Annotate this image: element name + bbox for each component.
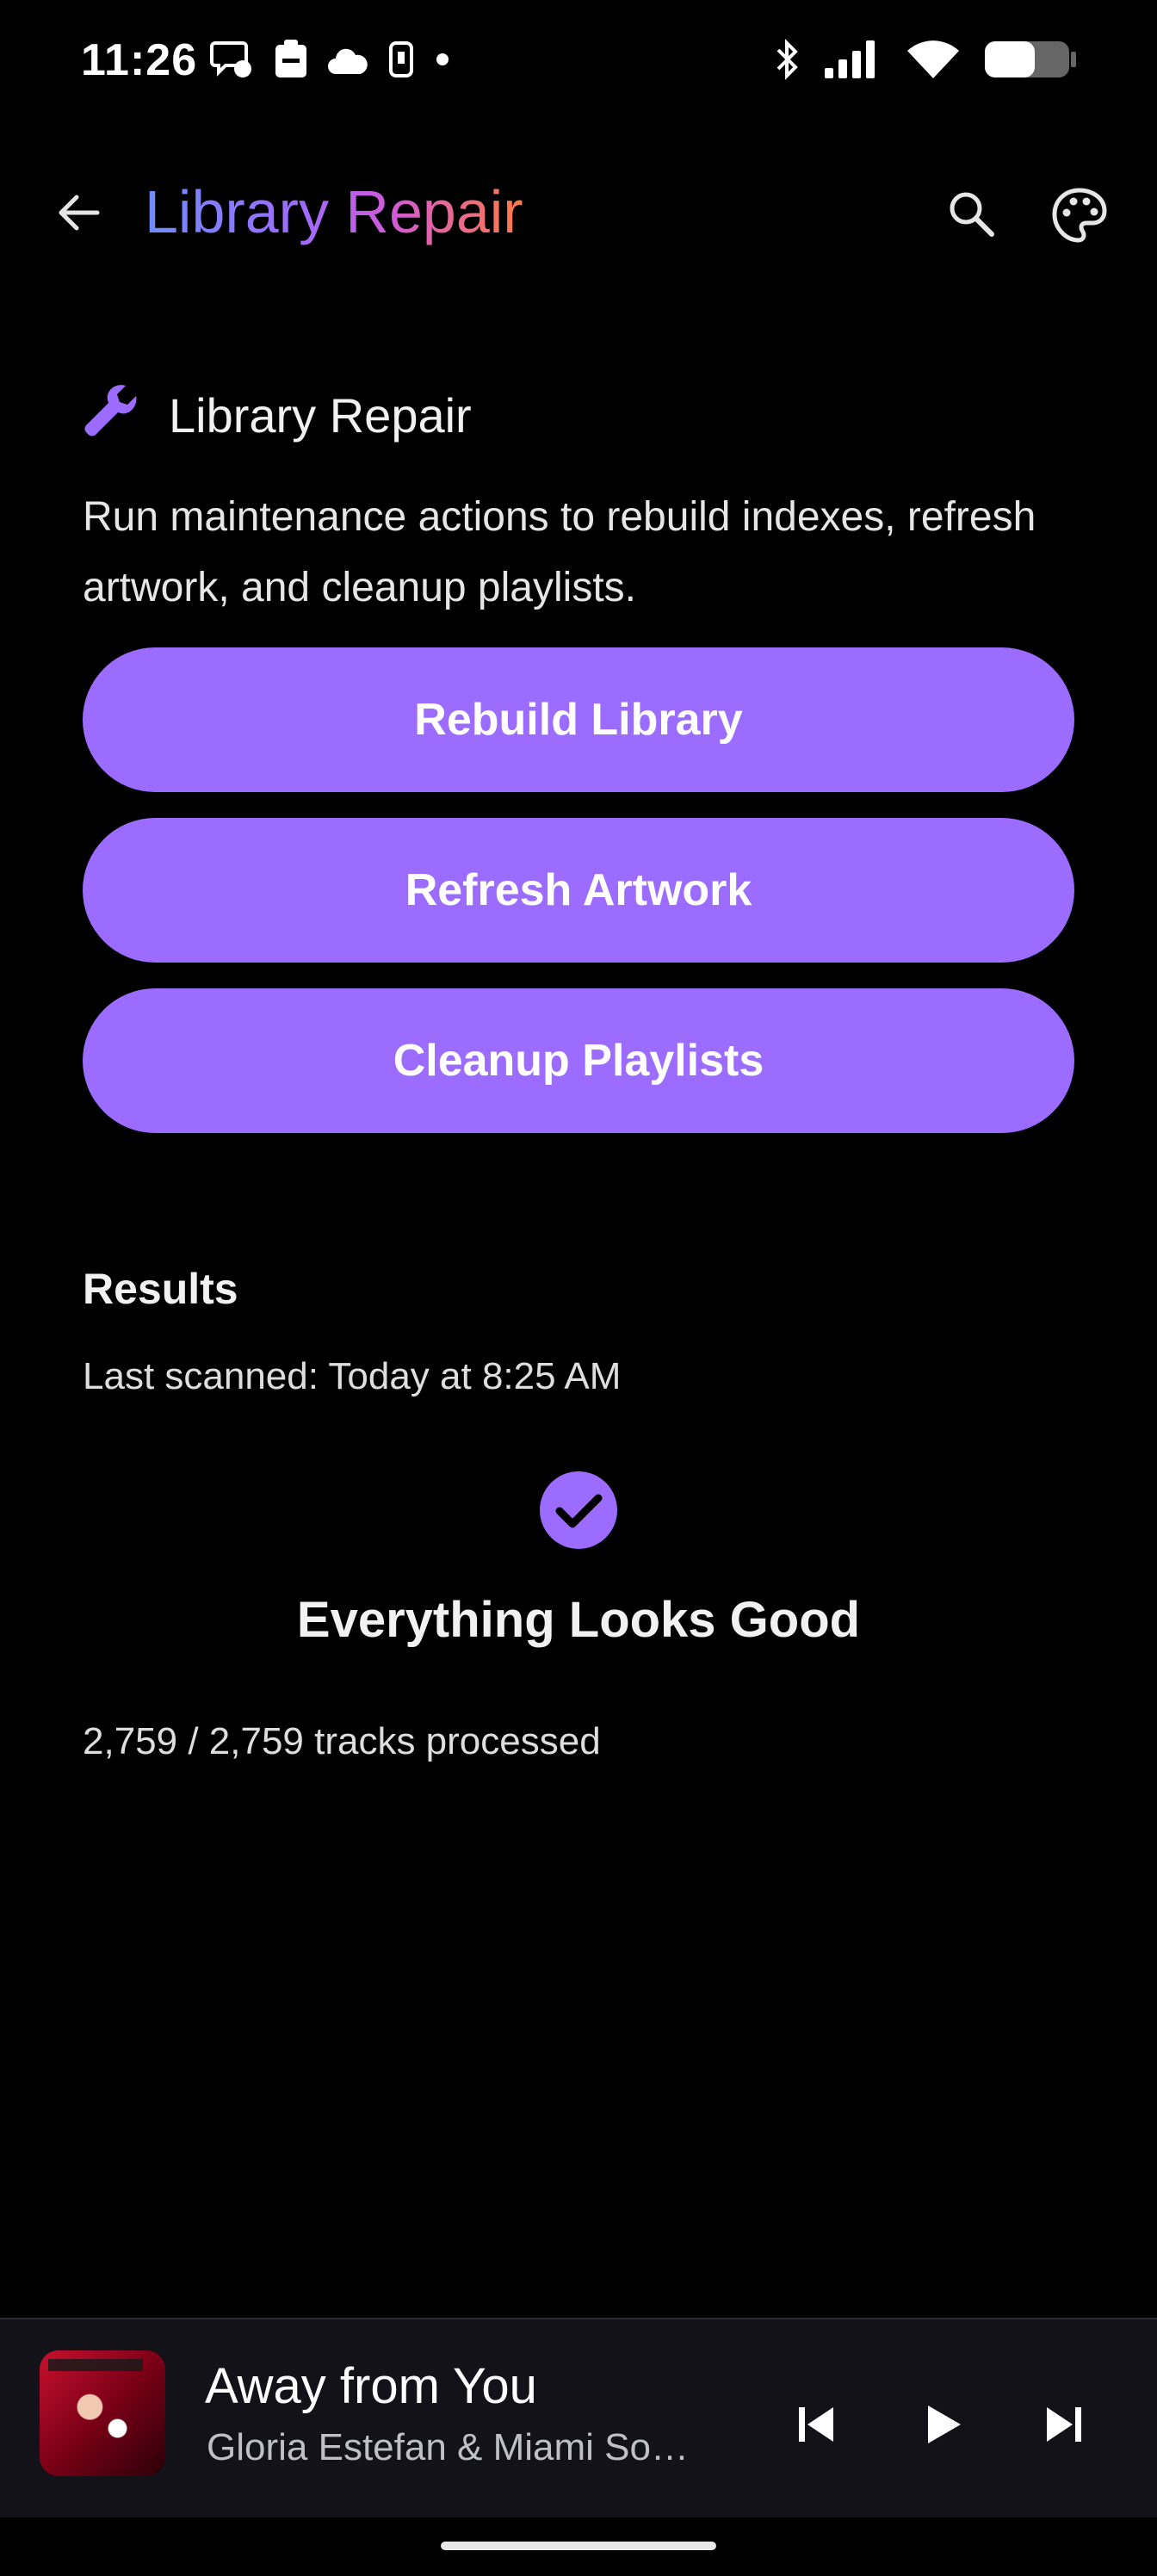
wifi-icon xyxy=(906,39,961,80)
status-time: 11:26 xyxy=(81,35,198,85)
wrench-icon xyxy=(83,384,141,447)
status-bar: 11:26 xyxy=(0,0,1157,129)
tracks-processed-text: 2,759 / 2,759 tracks processed xyxy=(83,1720,601,1762)
section-title: Library Repair xyxy=(169,388,472,443)
cleanup-playlists-button[interactable]: Cleanup Playlists xyxy=(83,988,1074,1133)
song-title[interactable]: Away from You xyxy=(205,2357,537,2415)
messenger-icon xyxy=(210,40,255,79)
search-button[interactable] xyxy=(938,183,1004,248)
rebuild-library-button[interactable]: Rebuild Library xyxy=(83,647,1074,792)
album-art[interactable] xyxy=(40,2350,165,2476)
gesture-bar[interactable] xyxy=(441,2542,716,2550)
play-button[interactable] xyxy=(907,2392,976,2461)
status-icons-left xyxy=(210,40,451,79)
search-icon xyxy=(945,188,997,244)
section-header: Library Repair xyxy=(83,384,472,447)
bluetooth-icon xyxy=(775,38,801,81)
status-icons-right xyxy=(775,38,1078,81)
notification-icon xyxy=(387,40,415,79)
previous-button[interactable] xyxy=(782,2392,851,2461)
section-description: Run maintenance actions to rebuild index… xyxy=(83,494,1036,610)
mini-player[interactable]: Away from You Gloria Estefan & Miami So… xyxy=(0,2318,1157,2517)
refresh-artwork-button[interactable]: Refresh Artwork xyxy=(83,818,1074,963)
dot-icon xyxy=(434,51,451,68)
last-scanned-text: Last scanned: Today at 8:25 AM xyxy=(83,1355,622,1397)
status-title: Everything Looks Good xyxy=(296,1592,861,1648)
signal-icon xyxy=(823,39,883,80)
theme-palette-button[interactable] xyxy=(1045,183,1114,251)
battery-icon xyxy=(983,38,1078,81)
back-button[interactable] xyxy=(48,184,108,245)
next-button[interactable] xyxy=(1030,2392,1098,2461)
app-bar: Library Repair xyxy=(0,155,1157,276)
song-artist[interactable]: Gloria Estefan & Miami So… xyxy=(207,2426,689,2469)
play-icon xyxy=(918,2400,966,2453)
weather-icon xyxy=(327,41,368,77)
page-title: Library Repair xyxy=(145,178,523,245)
results-title: Results xyxy=(83,1265,238,1313)
skip-next-icon xyxy=(1040,2400,1088,2453)
skip-previous-icon xyxy=(792,2400,840,2453)
clipboard-icon xyxy=(274,40,308,79)
palette-icon xyxy=(1051,187,1108,248)
album-art-strip xyxy=(48,2359,143,2371)
check-circle-icon xyxy=(539,1471,618,1550)
arrow-left-icon xyxy=(54,189,102,241)
